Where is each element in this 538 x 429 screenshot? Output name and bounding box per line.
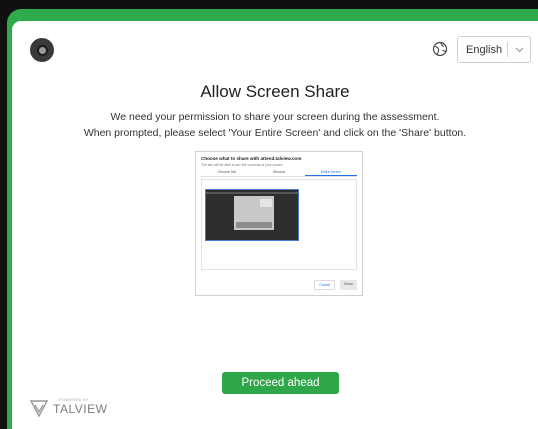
camera-icon [30, 38, 54, 62]
dialog-subtitle: The site will be able to see the content… [201, 163, 283, 167]
dialog-buttons: Cancel Share [314, 280, 357, 290]
page-description: We need your permission to share your sc… [12, 109, 538, 141]
description-line-1: We need your permission to share your sc… [110, 111, 440, 123]
proceed-ahead-button[interactable]: Proceed ahead [222, 372, 339, 394]
tab-chrome-tab: Chrome Tab [217, 170, 237, 174]
dialog-title: Choose what to share with attend.talview… [201, 156, 302, 161]
language-select[interactable]: English [457, 36, 531, 63]
permission-card: English Allow Screen Share We need your … [12, 21, 538, 429]
language-select-label: English [466, 43, 503, 56]
page-title: Allow Screen Share [200, 82, 350, 101]
globe-icon[interactable] [431, 40, 449, 58]
dialog-preview-pane [201, 179, 357, 270]
dialog-share-button: Share [339, 280, 357, 290]
talview-logo-icon [29, 400, 49, 418]
dialog-tabs: Chrome Tab Window Entire Screen [201, 169, 357, 177]
tab-window: Window [272, 170, 286, 174]
tab-entire-screen: Entire Screen [305, 169, 357, 176]
talview-brand: POWERED BY TALVIEW [29, 394, 119, 420]
screen-share-dialog-illustration: Choose what to share with attend.talview… [195, 151, 363, 296]
description-line-2: When prompted, please select 'Your Entir… [83, 127, 467, 139]
dialog-cancel-button: Cancel [314, 280, 335, 290]
brand-name: TALVIEW [53, 402, 108, 416]
screen-thumbnail [205, 189, 299, 241]
chevron-down-icon [508, 47, 530, 53]
